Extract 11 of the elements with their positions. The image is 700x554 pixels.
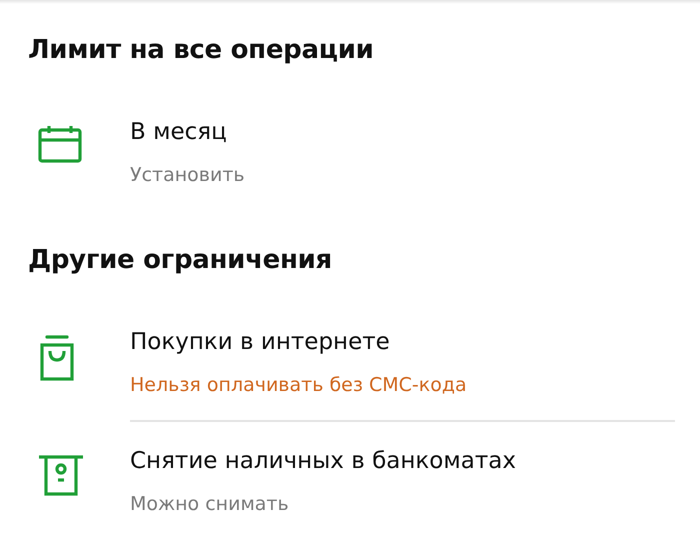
shopping-bag-icon <box>38 335 76 381</box>
section-heading: Другие ограничения <box>28 245 333 275</box>
item-title: Снятие наличных в банкоматах <box>130 448 517 474</box>
item-status: Установить <box>130 164 246 186</box>
item-title: Покупки в интернете <box>130 329 391 355</box>
calendar-icon <box>38 125 82 163</box>
atm-icon <box>38 454 84 496</box>
item-status: Нельзя оплачивать без СМС-кода <box>130 374 468 396</box>
item-title: В месяц <box>130 119 228 145</box>
section-heading: Лимит на все операции <box>28 35 375 65</box>
item-status: Можно снимать <box>130 493 290 515</box>
